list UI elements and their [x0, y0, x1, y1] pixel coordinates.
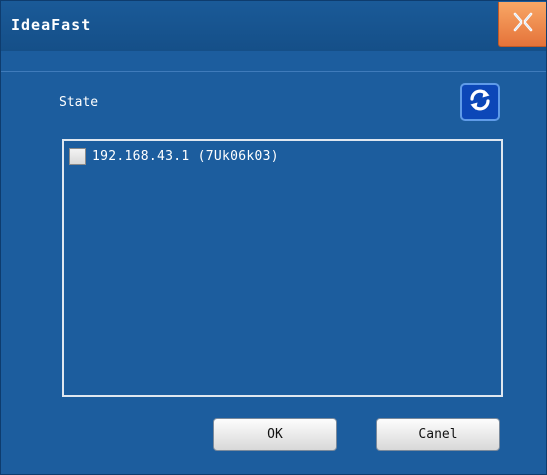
- list-item[interactable]: 192.168.43.1 (7Uk06k03): [69, 146, 279, 166]
- ok-button[interactable]: OK: [213, 418, 337, 451]
- device-checkbox[interactable]: [69, 147, 86, 165]
- ok-button-label: OK: [267, 427, 283, 442]
- title-bar[interactable]: IdeaFast: [1, 1, 546, 51]
- window-title: IdeaFast: [11, 16, 92, 34]
- dialog-window: IdeaFast State 192.168.43.1 (7Uk06k03) O…: [0, 0, 547, 475]
- cancel-button-label: Canel: [418, 427, 458, 442]
- close-icon: [512, 12, 534, 37]
- header-divider: [1, 71, 546, 72]
- cancel-button[interactable]: Canel: [376, 418, 500, 451]
- device-list[interactable]: 192.168.43.1 (7Uk06k03): [62, 139, 503, 397]
- device-label: 192.168.43.1 (7Uk06k03): [92, 148, 279, 164]
- close-button[interactable]: [498, 2, 546, 47]
- state-label: State: [59, 95, 99, 110]
- refresh-button[interactable]: [460, 83, 500, 121]
- refresh-icon: [467, 87, 493, 118]
